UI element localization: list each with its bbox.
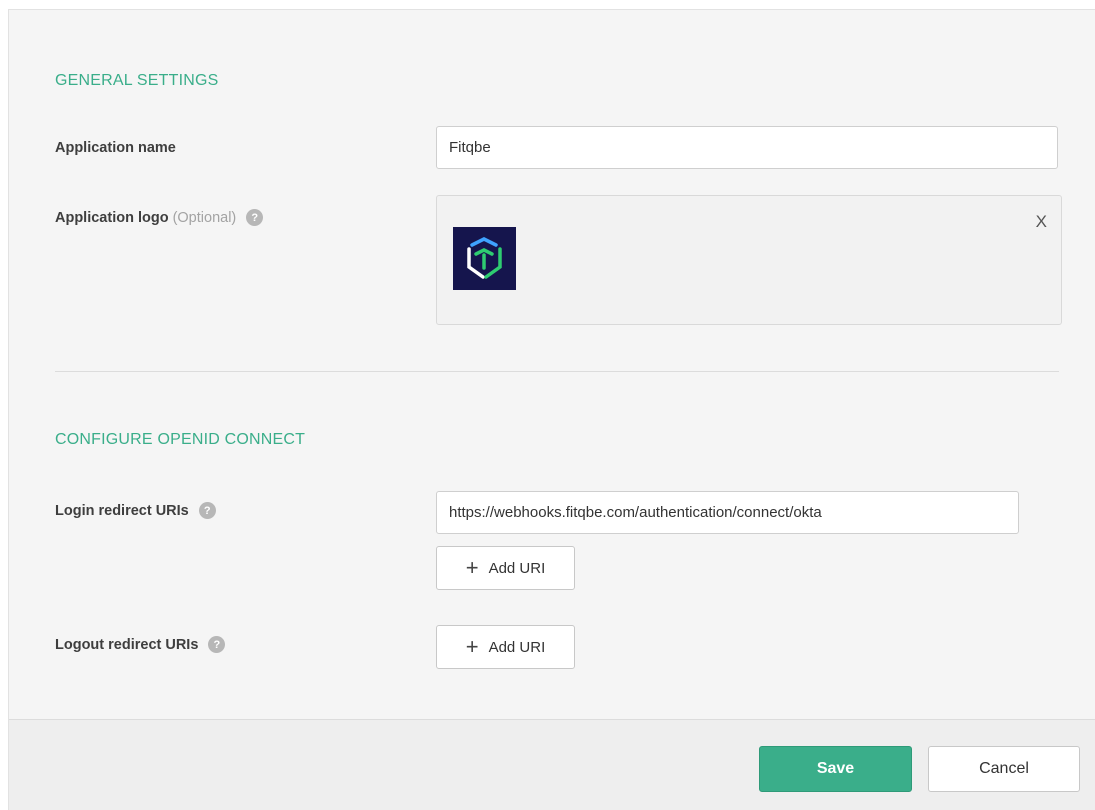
add-uri-label: Add URI	[488, 559, 546, 577]
app-logo-icon	[453, 227, 516, 290]
plus-icon: +	[465, 634, 479, 659]
application-name-input[interactable]	[436, 126, 1058, 169]
add-uri-label: Add URI	[488, 638, 546, 656]
add-login-uri-button[interactable]: + Add URI	[436, 546, 575, 590]
plus-icon: +	[465, 555, 479, 580]
login-redirect-label-text: Login redirect URIs	[55, 502, 189, 519]
general-settings-title: GENERAL SETTINGS	[55, 72, 219, 89]
application-logo-label-text: Application logo	[55, 209, 169, 226]
add-logout-uri-button[interactable]: + Add URI	[436, 625, 575, 669]
optional-tag: (Optional)	[172, 209, 237, 226]
remove-logo-close-icon[interactable]: X	[1036, 212, 1047, 232]
login-redirect-uri-input[interactable]	[436, 491, 1019, 534]
logout-redirect-label: Logout redirect URIs ?	[55, 636, 226, 653]
configure-openid-title: CONFIGURE OPENID CONNECT	[55, 431, 306, 448]
settings-panel: GENERAL SETTINGS Application name Applic…	[8, 9, 1095, 810]
login-redirect-label: Login redirect URIs ?	[55, 502, 216, 519]
application-name-label: Application name	[55, 140, 176, 156]
help-icon[interactable]: ?	[198, 502, 216, 519]
section-divider	[55, 371, 1059, 372]
save-button[interactable]: Save	[759, 746, 912, 792]
help-icon[interactable]: ?	[246, 209, 264, 226]
logo-upload-box[interactable]: X	[436, 195, 1062, 325]
form-footer: Save Cancel	[9, 719, 1095, 810]
logout-redirect-label-text: Logout redirect URIs	[55, 636, 199, 653]
application-logo-label: Application logo (Optional) ?	[55, 209, 264, 226]
application-name-label-text: Application name	[55, 140, 176, 156]
cancel-button[interactable]: Cancel	[928, 746, 1080, 792]
help-icon[interactable]: ?	[208, 636, 226, 653]
